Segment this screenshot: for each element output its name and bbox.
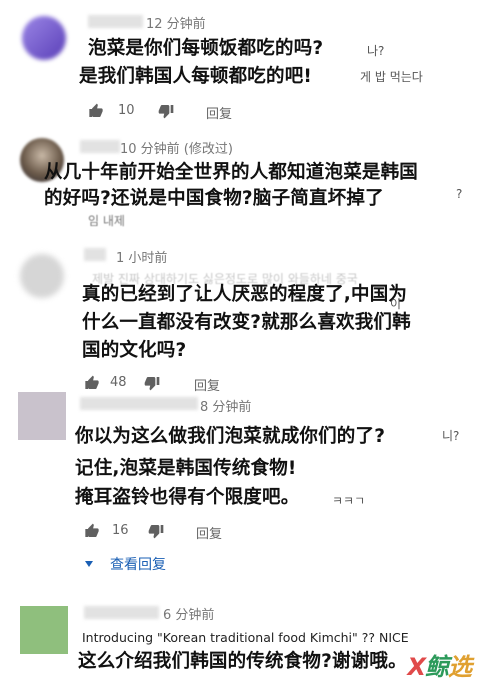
comment-time[interactable]: 6 分钟前	[163, 604, 214, 623]
comment-actions: 10 回复	[88, 103, 288, 123]
comment-time[interactable]: 12 分钟前	[146, 13, 206, 32]
thumb-up-icon[interactable]	[84, 523, 100, 539]
comment-text-line: 你以为这么做我们泡菜就成你们的了?	[75, 426, 386, 447]
comment-text-line: 的好吗?还说是中国食物?脑子简直坏掉了	[44, 188, 384, 209]
comment-korean-fragment: 니?	[442, 429, 460, 443]
comment-time[interactable]: 8 分钟前	[200, 396, 251, 415]
comment-text-line: 真的已经到了让人厌恶的程度了,中国为	[82, 284, 408, 305]
reply-button[interactable]: 回复	[206, 103, 232, 122]
thumb-down-icon[interactable]	[144, 375, 160, 391]
comment-2: 10 分钟前 (修改过) 从几十年前开始全世界的人都知道泡菜是韩国 的好吗?还说…	[0, 130, 481, 240]
thumb-up-icon[interactable]	[84, 375, 100, 391]
view-replies-toggle[interactable]: 查看回复	[84, 554, 204, 574]
like-count: 48	[110, 375, 127, 390]
comment-4: 8 分钟前 你以为这么做我们泡菜就成你们的了? 니? 记住,泡菜是韩国传统食物!…	[0, 392, 481, 582]
commenter-name[interactable]	[84, 248, 106, 261]
comment-text-line: 掩耳盗铃也得有个限度吧。	[75, 487, 300, 508]
comment-time[interactable]: 10 分钟前 (修改过)	[120, 138, 233, 157]
comment-3: 1 小时前 제발 진짜 상대하기도 싫은정도로 많이 와들하네 중국 真的已经到…	[0, 240, 481, 394]
thumb-down-icon[interactable]	[148, 523, 164, 539]
comment-english-line: Introducing "Korean traditional food Kim…	[82, 630, 409, 645]
thumb-up-icon[interactable]	[88, 103, 104, 119]
thumb-down-icon[interactable]	[158, 103, 174, 119]
like-count: 16	[112, 523, 129, 538]
commenter-avatar[interactable]	[18, 392, 66, 440]
comment-korean-fragment: ?	[456, 187, 463, 201]
comment-korean-fragment: ㅋㅋㄱ	[332, 494, 366, 508]
comment-text-line: 从几十年前开始全世界的人都知道泡菜是韩国	[44, 162, 419, 183]
commenter-name[interactable]	[88, 15, 143, 28]
commenter-name[interactable]	[80, 140, 120, 153]
comment-text-line: 什么一直都没有改变?就那么喜欢我们韩	[82, 312, 411, 333]
reply-button[interactable]: 回复	[196, 523, 222, 542]
comment-1: 12 分钟前 泡菜是你们每顿饭都吃的吗? 나? 是我们韩国人每顿都吃的吧! 게 …	[0, 0, 481, 130]
commenter-avatar[interactable]	[20, 254, 64, 298]
comment-text-line: 国的文化吗?	[82, 340, 187, 361]
commenter-avatar[interactable]	[20, 606, 68, 654]
view-replies-label: 查看回复	[110, 557, 166, 573]
commenter-name[interactable]	[80, 397, 198, 410]
commenter-name[interactable]	[84, 606, 159, 619]
comment-text-line: 记住,泡菜是韩国传统食物!	[75, 458, 297, 479]
comment-korean-fragment: 나?	[367, 44, 385, 58]
commenter-avatar[interactable]	[22, 16, 66, 60]
site-logo: X鲸选	[407, 653, 472, 681]
comment-time[interactable]: 1 小时前	[116, 247, 167, 266]
comment-text-line: 是我们韩国人每顿都吃的吧!	[79, 66, 313, 87]
comment-actions: 16 回复	[84, 523, 284, 543]
comment-text-line: 这么介绍我们韩国的传统食物?谢谢哦。	[78, 651, 407, 672]
caret-down-icon	[85, 561, 93, 567]
comment-korean-fragment: 게 밥 먹는다	[360, 70, 423, 84]
comment-text-line: 泡菜是你们每顿饭都吃的吗?	[88, 38, 324, 59]
comment-korean-fragment: 임 내제	[88, 214, 125, 228]
like-count: 10	[118, 103, 135, 118]
